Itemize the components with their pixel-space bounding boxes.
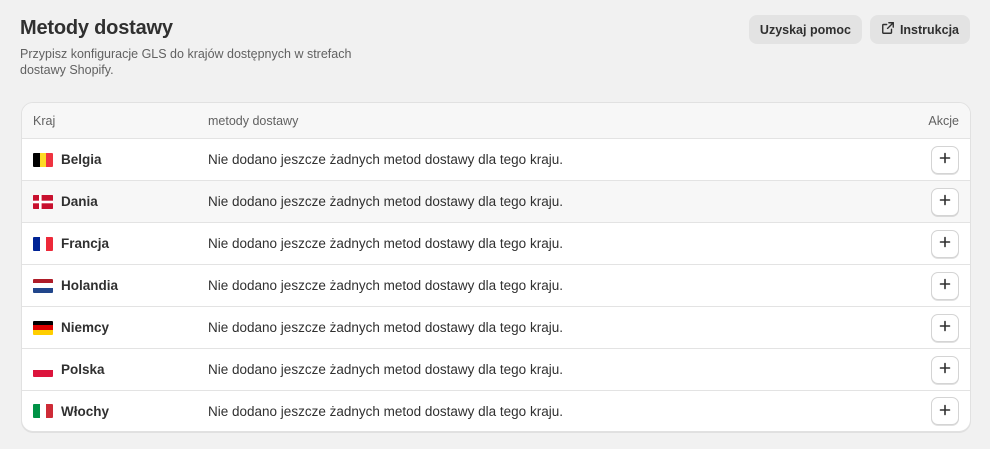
add-method-button[interactable]: [931, 397, 959, 425]
page-title: Metody dostawy: [20, 17, 173, 39]
table-row: Polska Nie dodano jeszcze żadnych metod …: [22, 349, 970, 391]
dk-flag-icon: [33, 194, 53, 209]
add-method-button[interactable]: [931, 229, 959, 258]
table-row: Belgia Nie dodano jeszcze żadnych metod …: [22, 139, 970, 181]
country-name: Polska: [61, 362, 105, 377]
column-header-methods: metody dostawy: [208, 113, 299, 128]
country-name: Dania: [61, 194, 98, 209]
country-name: Włochy: [61, 403, 110, 419]
table-row: Dania Nie dodano jeszcze żadnych metod d…: [22, 181, 970, 223]
plus-icon: [939, 404, 951, 419]
plus-icon: [939, 278, 951, 293]
plus-icon: [939, 320, 951, 335]
add-method-button[interactable]: [931, 313, 959, 342]
be-flag-icon: [33, 152, 53, 167]
add-method-button[interactable]: [931, 145, 959, 174]
instructions-label: Instrukcja: [899, 22, 959, 37]
methods-empty-message: Nie dodano jeszcze żadnych metod dostawy…: [208, 194, 563, 209]
table-row: Holandia Nie dodano jeszcze żadnych meto…: [22, 265, 970, 307]
methods-empty-message: Nie dodano jeszcze żadnych metod dostawy…: [208, 152, 563, 167]
plus-icon: [939, 152, 951, 167]
column-header-actions: Akcje: [928, 113, 959, 128]
nl-flag-icon: [33, 278, 53, 293]
methods-empty-message: Nie dodano jeszcze żadnych metod dostawy…: [208, 320, 563, 335]
pl-flag-icon: [33, 362, 53, 377]
country-name: Francja: [61, 236, 110, 251]
table-header: Kraj metody dostawy Akcje: [22, 103, 970, 139]
table-row: Włochy Nie dodano jeszcze żadnych metod …: [22, 391, 970, 431]
methods-empty-message: Nie dodano jeszcze żadnych metod dostawy…: [208, 362, 563, 377]
add-method-button[interactable]: [931, 271, 959, 300]
methods-empty-message: Nie dodano jeszcze żadnych metod dostawy…: [208, 278, 563, 293]
instructions-button[interactable]: Instrukcja: [869, 15, 970, 44]
external-link-icon: [881, 21, 895, 38]
table-row: Niemcy Nie dodano jeszcze żadnych metod …: [22, 307, 970, 349]
add-method-button[interactable]: [931, 187, 959, 216]
page-header: Metody dostawy Przypisz konfiguracje GLS…: [20, 0, 970, 102]
fr-flag-icon: [33, 236, 53, 251]
it-flag-icon: [33, 404, 53, 418]
page-subtitle: Przypisz konfiguracje GLS do krajów dost…: [20, 47, 352, 77]
country-name: Holandia: [61, 278, 119, 293]
add-method-button[interactable]: [931, 355, 959, 384]
methods-empty-message: Nie dodano jeszcze żadnych metod dostawy…: [208, 236, 563, 251]
shipping-methods-table: Kraj metody dostawy Akcje Belgia Nie dod…: [21, 102, 971, 432]
plus-icon: [939, 236, 951, 251]
get-help-label: Uzyskaj pomoc: [759, 22, 851, 37]
column-header-country: Kraj: [33, 113, 56, 128]
country-name: Niemcy: [61, 320, 110, 335]
country-name: Belgia: [61, 152, 102, 167]
page: Metody dostawy Przypisz konfiguracje GLS…: [0, 0, 990, 449]
methods-empty-message: Nie dodano jeszcze żadnych metod dostawy…: [208, 403, 563, 419]
plus-icon: [939, 194, 951, 209]
de-flag-icon: [33, 320, 53, 335]
plus-icon: [939, 362, 951, 377]
table-row: Francja Nie dodano jeszcze żadnych metod…: [22, 223, 970, 265]
get-help-button[interactable]: Uzyskaj pomoc: [748, 15, 862, 44]
header-actions: Uzyskaj pomoc Instrukcja: [748, 15, 970, 44]
